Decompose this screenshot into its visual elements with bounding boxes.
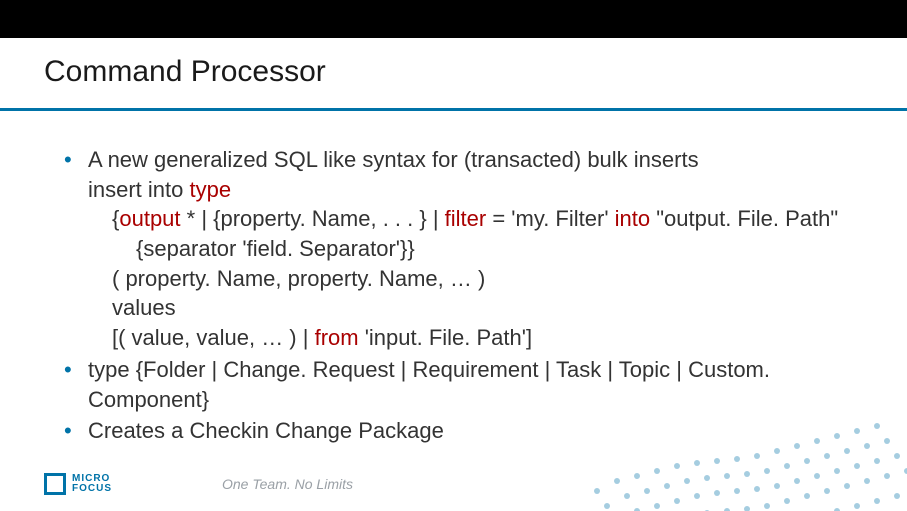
tagline: One Team. No Limits [222,476,353,492]
bullet-subline: ( property. Name, property. Name, … ) [88,264,867,294]
text-span: * | {property. Name, . . . } | [181,206,445,231]
keyword-span: from [315,325,359,350]
page-title: Command Processor [44,55,887,89]
text-span: values [112,295,176,320]
bullet-lead: type {Folder | Change. Request | Require… [88,355,867,414]
text-span: [( value, value, … ) | [112,325,315,350]
text-span: ( property. Name, property. Name, … ) [112,266,485,291]
keyword-span: output [119,206,180,231]
bullet-list: A new generalized SQL like syntax for (t… [60,145,867,446]
text-span: = 'my. Filter' [486,206,614,231]
keyword-span: filter [445,206,487,231]
bullet-lead: A new generalized SQL like syntax for (t… [88,145,867,175]
bullet-item: Creates a Checkin Change Package [60,416,867,446]
bullet-subline: {separator 'field. Separator'}} [88,234,867,264]
bullet-item: A new generalized SQL like syntax for (t… [60,145,867,353]
bullet-subline: values [88,293,867,323]
bullet-subline: [( value, value, … ) | from 'input. File… [88,323,867,353]
keyword-span: type [190,177,232,202]
logo-line2: FOCUS [72,483,112,494]
logo-text: MICRO FOCUS [72,474,112,494]
bullet-subline: insert into type [88,175,867,205]
keyword-span: into [615,206,650,231]
footer: MICRO FOCUS One Team. No Limits [44,473,353,495]
title-area: Command Processor [44,55,887,89]
text-span: "output. File. Path" [650,206,838,231]
bullet-subline: {output * | {property. Name, . . . } | f… [88,204,867,234]
text-span: {separator 'field. Separator'}} [136,236,415,261]
microfocus-logo: MICRO FOCUS [44,473,112,495]
logo-square-icon [44,473,66,495]
bullet-item: type {Folder | Change. Request | Require… [60,355,867,414]
text-span: 'input. File. Path'] [359,325,533,350]
content-area: A new generalized SQL like syntax for (t… [60,145,867,448]
title-underline [0,108,907,111]
bullet-lead: Creates a Checkin Change Package [88,416,867,446]
text-span: insert into [88,177,190,202]
top-blackbar [0,0,907,38]
